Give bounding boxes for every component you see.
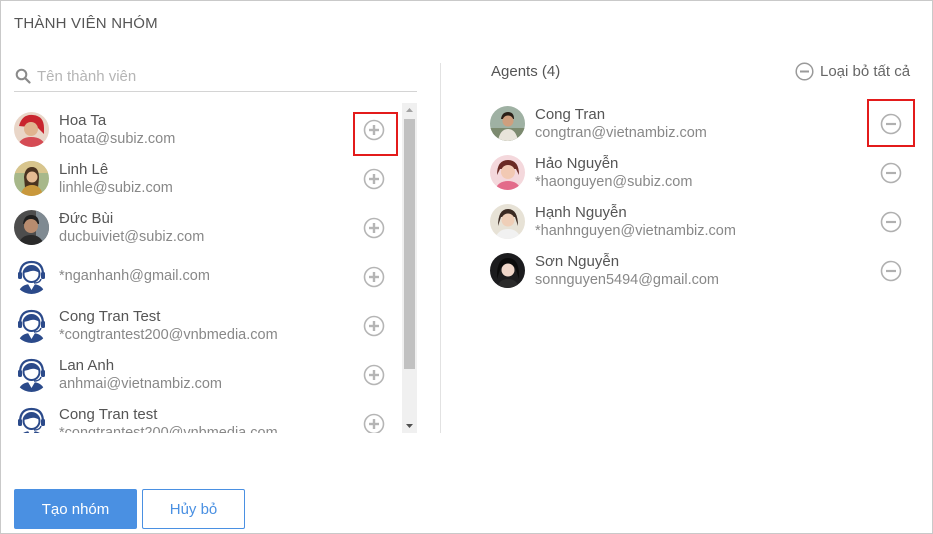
member-list-scrollbar[interactable] <box>402 103 417 433</box>
agent-name: Hảo Nguyễn <box>535 154 619 172</box>
plus-circle-icon <box>363 364 385 386</box>
avatar <box>14 112 49 147</box>
agent-list: Cong Tran congtran@vietnambiz.com Hảo Ng… <box>490 99 920 295</box>
add-member-button[interactable] <box>363 266 385 288</box>
agent-row: Cong Tran congtran@vietnambiz.com <box>490 99 920 148</box>
member-name: Cong Tran test <box>59 405 158 423</box>
agent-avatar-icon <box>14 308 49 343</box>
avatar <box>490 204 525 239</box>
plus-circle-icon <box>363 217 385 239</box>
panel-divider <box>440 63 441 433</box>
member-email: *congtrantest200@vnbmedia.com <box>59 326 278 343</box>
add-member-button[interactable] <box>363 315 385 337</box>
add-member-button[interactable] <box>363 364 385 386</box>
agent-email: sonnguyen5494@gmail.com <box>535 271 719 288</box>
agent-avatar-icon <box>14 357 49 392</box>
scroll-down-arrow-icon[interactable] <box>402 419 417 433</box>
member-row: Cong Tran Test *congtrantest200@vnbmedia… <box>14 301 400 350</box>
agent-email: *hanhnguyen@vietnambiz.com <box>535 222 736 239</box>
member-email: hoata@subiz.com <box>59 130 176 147</box>
scroll-up-arrow-icon[interactable] <box>402 103 417 117</box>
remove-all-button[interactable]: Loại bỏ tất cả <box>795 62 910 81</box>
member-row: Linh Lê linhle@subiz.com <box>14 154 400 203</box>
avatar <box>490 155 525 190</box>
highlight-box <box>353 112 398 156</box>
plus-circle-icon <box>363 413 385 433</box>
avatar <box>14 161 49 196</box>
plus-circle-icon <box>363 168 385 190</box>
minus-circle-icon <box>880 211 902 233</box>
remove-agent-button[interactable] <box>880 162 902 184</box>
member-name: Hoa Ta <box>59 111 107 129</box>
minus-circle-icon <box>795 62 814 81</box>
minus-circle-icon <box>880 162 902 184</box>
member-name: Đức Bùi <box>59 209 114 227</box>
avatar <box>14 210 49 245</box>
member-name: Cong Tran Test <box>59 307 161 325</box>
group-members-dialog: THÀNH VIÊN NHÓM Hoa Ta hoata@subiz.com <box>0 0 933 534</box>
member-search-input[interactable] <box>37 67 407 85</box>
remove-all-label: Loại bỏ tất cả <box>820 63 911 80</box>
avatar <box>490 106 525 141</box>
agent-row: Hảo Nguyễn *haonguyen@subiz.com <box>490 148 920 197</box>
plus-circle-icon <box>363 315 385 337</box>
agent-avatar-icon <box>14 259 49 294</box>
agent-email: *haonguyen@subiz.com <box>535 173 693 190</box>
agent-row: Sơn Nguyễn sonnguyen5494@gmail.com <box>490 246 920 295</box>
dialog-title: THÀNH VIÊN NHÓM <box>14 15 158 32</box>
member-email: *nganhanh@gmail.com <box>59 268 210 284</box>
scroll-thumb[interactable] <box>404 119 415 369</box>
add-member-button[interactable] <box>363 168 385 190</box>
member-email: anhmai@vietnambiz.com <box>59 375 223 392</box>
member-row: Lan Anh anhmai@vietnambiz.com <box>14 350 400 399</box>
agent-email: congtran@vietnambiz.com <box>535 124 707 141</box>
add-member-button[interactable] <box>363 413 385 433</box>
agents-count-label: Agents (4) <box>491 63 561 80</box>
member-row: *nganhanh@gmail.com <box>14 252 400 301</box>
remove-agent-button[interactable] <box>880 211 902 233</box>
remove-agent-button[interactable] <box>880 113 902 135</box>
member-email: ducbuiviet@subiz.com <box>59 228 205 245</box>
member-row: Cong Tran test *congtrantest200@vnbmedia… <box>14 399 400 433</box>
member-name: Linh Lê <box>59 160 109 178</box>
member-search <box>14 61 417 92</box>
agent-avatar-icon <box>14 406 49 433</box>
cancel-button[interactable]: Hủy bỏ <box>142 489 245 529</box>
member-row: Đức Bùi ducbuiviet@subiz.com <box>14 203 400 252</box>
agent-name: Sơn Nguyễn <box>535 252 620 270</box>
create-group-button[interactable]: Tạo nhóm <box>14 489 137 529</box>
minus-circle-icon <box>880 113 902 135</box>
agent-name: Cong Tran <box>535 105 606 123</box>
member-row: Hoa Ta hoata@subiz.com <box>14 105 400 154</box>
remove-agent-button[interactable] <box>880 260 902 282</box>
member-name: Lan Anh <box>59 356 115 374</box>
plus-circle-icon <box>363 266 385 288</box>
member-email: *congtrantest200@vnbmedia.com <box>59 424 278 434</box>
agent-row: Hạnh Nguyễn *hanhnguyen@vietnambiz.com <box>490 197 920 246</box>
member-list: Hoa Ta hoata@subiz.com Linh Lê linhle@su… <box>14 105 400 433</box>
minus-circle-icon <box>880 260 902 282</box>
add-member-button[interactable] <box>363 217 385 239</box>
agent-name: Hạnh Nguyễn <box>535 203 627 221</box>
search-icon <box>15 68 31 84</box>
member-email: linhle@subiz.com <box>59 179 173 196</box>
avatar <box>490 253 525 288</box>
